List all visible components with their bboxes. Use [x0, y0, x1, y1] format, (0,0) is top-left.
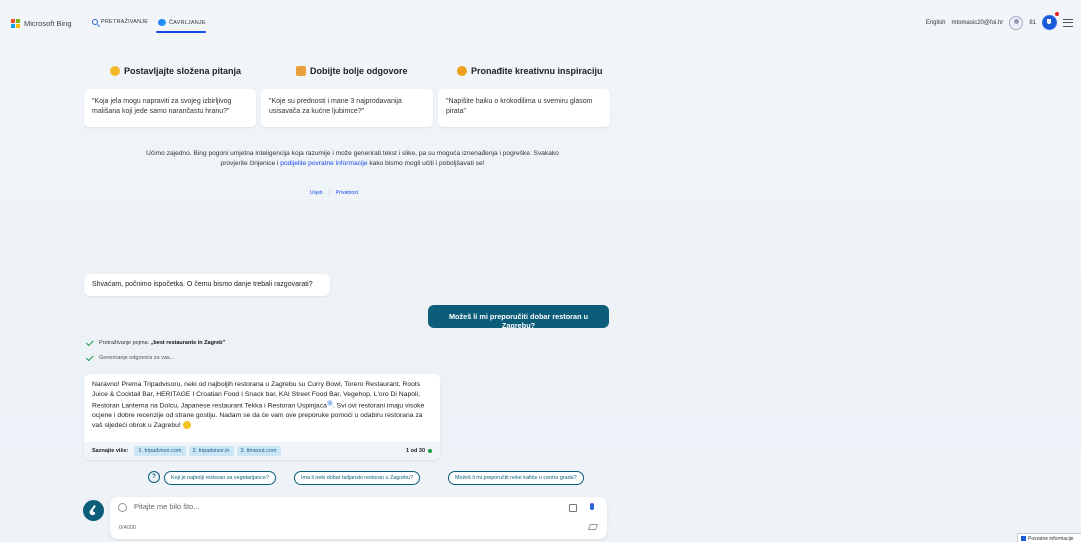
example-card-2[interactable]: "Koje su prednosti i mane 3 najprodavani…	[261, 89, 433, 127]
image-search-icon[interactable]	[569, 504, 577, 512]
header-right: English mtomasic20@foi.hr 81	[926, 12, 1073, 30]
suggestion-chip-1[interactable]: Koji je najbolji restoran za vegetarijan…	[164, 471, 276, 485]
link-separator: |	[328, 190, 330, 196]
status-search: Pretraživanje pojma: „best restaurants i…	[85, 338, 226, 347]
bot-message-restart: Shvaćam, počnimo ispočetka. O čemu bismo…	[84, 274, 330, 296]
feedback-link[interactable]: podijelite povratne informacije	[280, 160, 367, 167]
rewards-count[interactable]: 81	[1029, 20, 1036, 26]
smiley-emoji-icon	[182, 421, 191, 430]
brand[interactable]: Microsoft Bing	[11, 19, 72, 28]
turn-counter: 1 od 30	[406, 448, 432, 454]
feedback-button[interactable]: Povratne informacije	[1017, 533, 1081, 542]
header: Microsoft Bing PRETRAŽIVANJE ČAVRLJANJE …	[0, 0, 1081, 40]
intro-title-3: Pronađite kreativnu inspiraciju	[457, 66, 603, 76]
rewards-trophy-icon[interactable]	[1042, 12, 1059, 30]
example-card-3[interactable]: "Napišite haiku o krokodilima u svemiru …	[438, 89, 610, 127]
intro-title-2: Dobijte bolje odgovore	[296, 66, 408, 76]
active-tab-indicator	[156, 31, 206, 33]
source-link-2[interactable]: 2. tripadvisor.in	[188, 446, 234, 456]
chat-bubble-icon	[118, 503, 127, 512]
tab-chat-label: ČAVRLJANJE	[169, 19, 206, 26]
tab-chat[interactable]: ČAVRLJANJE	[158, 19, 206, 26]
learn-more-label: Saznajte više:	[92, 448, 129, 454]
arch-emoji-icon	[296, 66, 306, 76]
disclaimer: Učimo zajedno. Bing pogoni umjetna intel…	[140, 149, 565, 169]
status-generating: Generiranje odgovora za vas...	[85, 353, 175, 362]
user-email[interactable]: mtomasic20@foi.hr	[952, 20, 1004, 26]
suggestion-help-icon[interactable]: ?	[148, 471, 160, 483]
status-dot-icon	[428, 449, 432, 453]
intro-title-2-text: Dobijte bolje odgovore	[310, 66, 408, 76]
char-counter: 0/4000	[119, 525, 136, 531]
feedback-label: Povratne informacije	[1028, 536, 1074, 542]
intro-title-3-text: Pronađite kreativnu inspiraciju	[471, 66, 603, 76]
tab-search[interactable]: PRETRAŽIVANJE	[92, 19, 148, 25]
hamburger-menu-icon[interactable]	[1063, 18, 1073, 27]
privacy-link[interactable]: Privatnost	[336, 190, 358, 196]
check-icon	[85, 353, 94, 362]
example-card-1[interactable]: "Koja jela mogu napraviti za svojeg izbi…	[84, 89, 256, 127]
suggestion-chip-3[interactable]: Možeš li mi preporučiti neke kafiće u ce…	[448, 471, 584, 485]
terms-link[interactable]: Uvjeti	[310, 190, 323, 196]
feedback-icon	[1021, 536, 1026, 542]
chat-icon	[158, 19, 166, 26]
microsoft-logo-icon	[11, 19, 20, 28]
status-search-prefix: Pretraživanje pojma:	[99, 340, 151, 346]
search-icon	[92, 19, 98, 25]
user-message: Možeš li mi preporučiti dobar restoran u…	[428, 305, 609, 330]
legal-links: Uvjeti | Privatnost	[310, 190, 358, 196]
notification-dot	[1055, 12, 1059, 16]
turn-counter-text: 1 od 30	[406, 448, 425, 454]
suggestion-chip-2[interactable]: Ima li neki dobar talijanski restoran u …	[294, 471, 421, 485]
learn-more-row: Saznajte više: 1. tripadvisor.com 2. tri…	[84, 442, 440, 460]
question-emoji-icon	[110, 66, 120, 76]
status-search-term: „best restaurants in Zagreb"	[150, 340, 226, 346]
brand-name: Microsoft Bing	[24, 19, 72, 28]
send-icon[interactable]	[587, 524, 599, 530]
check-icon	[85, 338, 94, 347]
disclaimer-text-2: kako bismo mogli učiti i poboljšavati se…	[367, 160, 485, 167]
microphone-icon[interactable]	[590, 503, 594, 510]
intro-title-1-text: Postavljajte složena pitanja	[124, 66, 242, 76]
intro-title-1: Postavljajte složena pitanja	[110, 66, 241, 76]
tab-search-label: PRETRAŽIVANJE	[101, 19, 149, 25]
new-topic-broom-button[interactable]	[83, 500, 104, 521]
chat-input[interactable]	[134, 502, 534, 511]
composer: 0/4000	[110, 497, 607, 539]
language-link[interactable]: English	[926, 20, 946, 26]
source-link-3[interactable]: 3. timeout.com	[236, 446, 281, 456]
palette-emoji-icon	[457, 66, 467, 76]
avatar[interactable]	[1009, 15, 1024, 30]
status-generating-text: Generiranje odgovora za vas...	[99, 355, 175, 361]
source-link-1[interactable]: 1. tripadvisor.com	[134, 446, 186, 456]
